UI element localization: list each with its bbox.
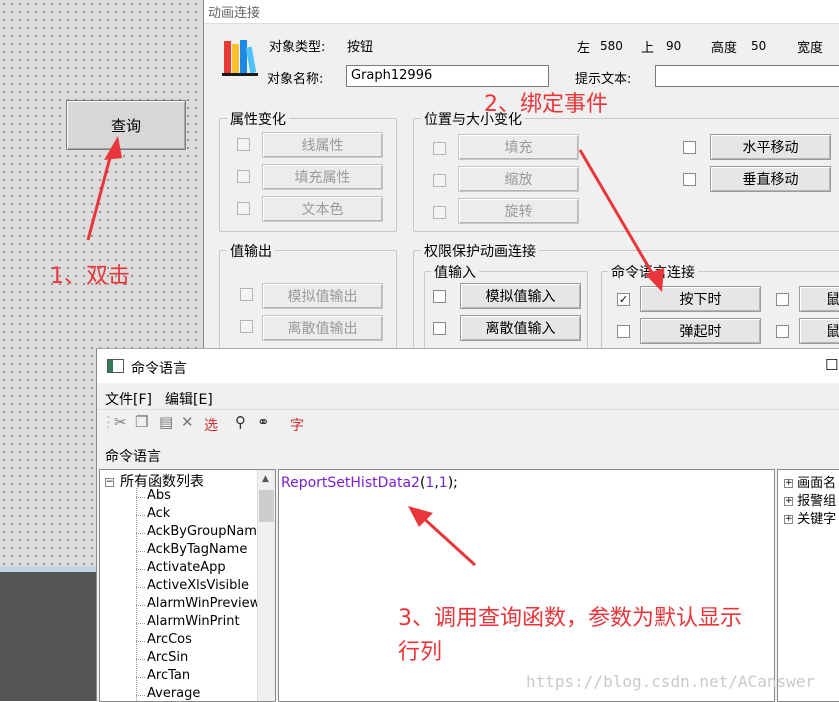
step2-note: 2、绑定事件	[484, 92, 608, 117]
step3-note-line2: 行列	[398, 640, 443, 665]
arrow-1-head	[104, 136, 122, 160]
arrow-1-shaft	[86, 149, 114, 241]
watermark: https://blog.csdn.net/ACanswer	[526, 672, 815, 691]
arrow-2-head	[645, 268, 664, 292]
arrow-3-shaft	[418, 513, 477, 567]
step3-note-line1: 3、调用查询函数，参数为默认显示	[398, 606, 742, 631]
annotation-arrows	[86, 136, 664, 567]
step1-note: 1、双击	[50, 264, 130, 289]
arrow-2-shaft	[578, 149, 657, 279]
